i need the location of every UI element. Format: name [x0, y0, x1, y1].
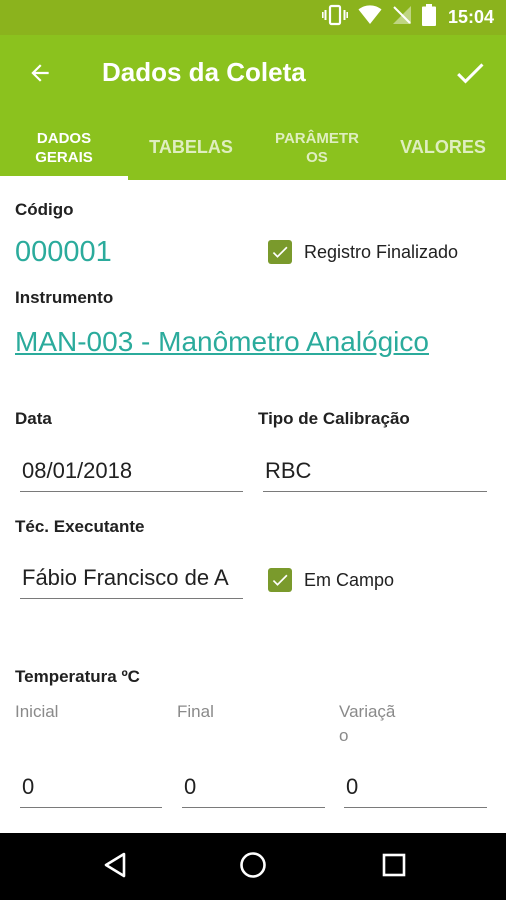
nav-recents-button[interactable] — [378, 851, 410, 883]
triangle-back-icon — [102, 851, 128, 884]
confirm-button[interactable] — [448, 53, 492, 97]
app-bar: Dados da Coleta — [0, 35, 506, 115]
tab-label-line2: OS — [306, 148, 328, 166]
page-title: Dados da Coleta — [102, 57, 306, 87]
data-label: Data — [15, 409, 52, 428]
codigo-value: 000001 — [15, 236, 112, 268]
status-time: 15:04 — [447, 6, 494, 27]
status-icons: 15:04 — [321, 3, 494, 31]
square-recents-icon — [382, 853, 406, 882]
data-field[interactable]: 08/01/2018 — [20, 454, 243, 492]
tab-label-line1: PARÂMETR — [275, 129, 359, 147]
vibrate-icon — [321, 4, 348, 31]
inicial-label: Inicial — [15, 702, 59, 721]
variacao-label-line1: Variaçã — [339, 702, 396, 721]
inicial-field[interactable]: 0 — [20, 770, 162, 808]
tec-executante-label: Téc. Executante — [15, 517, 145, 536]
circle-home-icon — [239, 851, 267, 884]
em-campo-checkbox[interactable]: Em Campo — [268, 568, 394, 592]
registro-finalizado-checkbox[interactable]: Registro Finalizado — [268, 240, 458, 264]
nav-home-button[interactable] — [237, 851, 269, 883]
tec-executante-field[interactable]: Fábio Francisco de A — [20, 561, 243, 599]
checkbox-checked-icon — [268, 568, 292, 592]
battery-icon — [421, 3, 436, 31]
navigation-bar — [0, 833, 506, 900]
variacao-label-line2: o — [339, 726, 349, 745]
tab-label: VALORES — [400, 137, 486, 157]
instrumento-link[interactable]: MAN-003 - Manômetro Analógico — [15, 326, 429, 358]
tab-label: TABELAS — [149, 137, 233, 157]
tab-label-line2: GERAIS — [35, 148, 93, 166]
registro-finalizado-label: Registro Finalizado — [304, 241, 459, 262]
form-content: Código 000001 Registro Finalizado Instru… — [0, 180, 506, 833]
tab-parametros[interactable]: PARÂMETR OS — [254, 115, 380, 180]
nav-back-button[interactable] — [99, 851, 131, 883]
no-signal-icon — [392, 5, 412, 30]
tab-valores[interactable]: VALORES — [380, 115, 506, 180]
em-campo-label: Em Campo — [304, 569, 395, 590]
check-icon — [452, 55, 488, 96]
codigo-label: Código — [15, 200, 74, 219]
status-bar: 15:04 — [0, 0, 506, 35]
wifi-icon — [358, 4, 382, 30]
checkbox-checked-icon — [268, 240, 292, 264]
arrow-back-icon — [27, 60, 53, 91]
tipo-calibracao-field[interactable]: RBC — [263, 454, 487, 492]
tipo-calibracao-label: Tipo de Calibração — [258, 409, 410, 428]
back-button[interactable] — [20, 55, 60, 95]
tab-dados-gerais[interactable]: DADOS GERAIS — [0, 115, 128, 180]
instrumento-label: Instrumento — [15, 288, 114, 307]
tab-bar: DADOS GERAIS TABELAS PARÂMETR OS VALORES — [0, 115, 506, 180]
temperatura-label: Temperatura ºC — [15, 667, 140, 686]
variacao-field[interactable]: 0 — [344, 770, 487, 808]
tab-tabelas[interactable]: TABELAS — [128, 115, 254, 180]
final-field[interactable]: 0 — [182, 770, 325, 808]
tab-label-line1: DADOS — [36, 129, 92, 147]
final-label: Final — [177, 702, 214, 721]
